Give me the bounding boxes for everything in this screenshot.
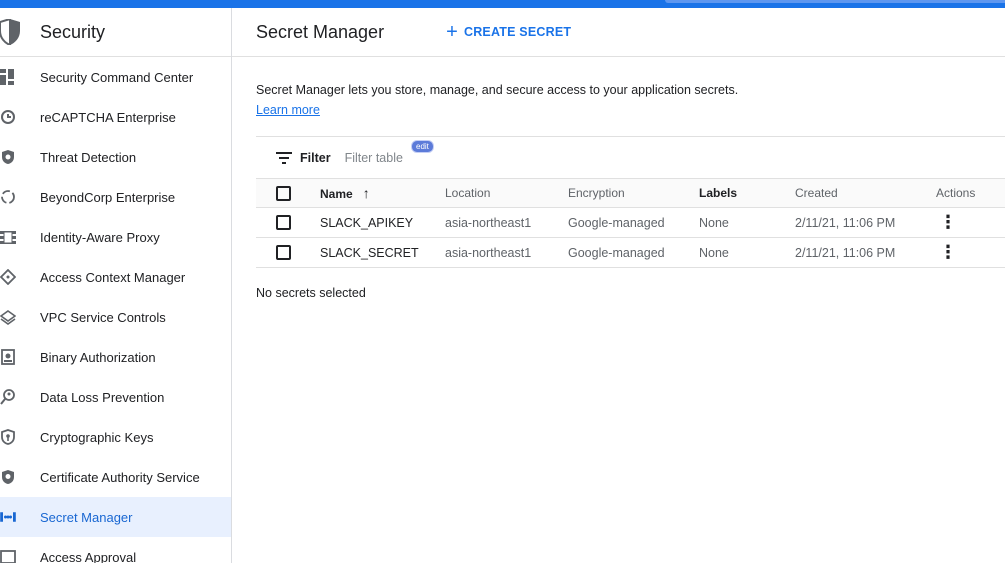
plus-icon: + — [446, 21, 458, 43]
sidebar-item-binary-authorization[interactable]: Binary Authorization — [0, 337, 231, 377]
row-checkbox[interactable] — [276, 215, 291, 231]
secret-encryption: Google-managed — [568, 207, 699, 238]
secret-name[interactable]: SLACK_APIKEY — [320, 207, 445, 238]
column-header-location[interactable]: Location — [445, 178, 568, 208]
table-header-row: Name ↑ Location Encryption Labels Created… — [256, 178, 1005, 208]
table-row[interactable]: SLACK_APIKEY asia-northeast1 Google-mana… — [256, 207, 1005, 238]
sidebar-title: Security — [40, 21, 106, 42]
sidebar-item-beyondcorp-enterprise[interactable]: BeyondCorp Enterprise — [0, 177, 231, 217]
sidebar-item-security-command-center[interactable]: Security Command Center — [0, 57, 231, 97]
sidebar-item-identity-aware-proxy[interactable]: Identity-Aware Proxy — [0, 217, 231, 257]
row-actions-cell: ⋮ — [936, 237, 1005, 268]
sidebar-item-label: BeyondCorp Enterprise — [40, 189, 176, 205]
brackets-icon — [0, 508, 18, 526]
sidebar-item-access-approval[interactable]: Access Approval — [0, 537, 231, 563]
badge-icon — [0, 348, 18, 366]
column-header-created[interactable]: Created — [795, 178, 936, 208]
secret-encryption: Google-managed — [568, 237, 699, 268]
column-header-name[interactable]: Name ↑ — [320, 178, 445, 208]
sidebar-item-vpc-service-controls[interactable]: VPC Service Controls — [0, 297, 231, 337]
page-description: Secret Manager lets you store, manage, a… — [256, 83, 739, 97]
security-shield-icon — [0, 19, 20, 45]
diamond-icon — [0, 268, 18, 286]
secret-labels: None — [699, 237, 795, 268]
sidebar-item-certificate-authority-service[interactable]: Certificate Authority Service — [0, 457, 231, 497]
more-vert-icon[interactable]: ⋮ — [936, 242, 960, 263]
search-person-icon — [0, 388, 18, 406]
secrets-table-container: Filter edit Name↑ Location Encryption La… — [256, 136, 1005, 268]
sidebar-item-threat-detection[interactable]: Threat Detection — [0, 137, 231, 177]
learn-more-link[interactable]: Learn more — [256, 103, 320, 117]
more-vert-icon[interactable]: ⋮ — [936, 212, 960, 233]
edit-badge[interactable]: edit — [411, 140, 434, 153]
sidebar-header: Security — [0, 8, 231, 57]
sidebar-item-label: reCAPTCHA Enterprise — [40, 109, 176, 125]
filter-icon[interactable] — [276, 151, 292, 164]
sidebar-item-label: Binary Authorization — [40, 349, 156, 365]
column-header-labels[interactable]: Labels — [699, 178, 795, 208]
select-all-checkbox[interactable] — [276, 185, 291, 201]
sidebar-item-access-context-manager[interactable]: Access Context Manager — [0, 257, 231, 297]
key-shield-icon — [0, 428, 18, 446]
sidebar-item-label: Security Command Center — [40, 69, 194, 85]
proxy-icon — [0, 228, 18, 246]
secret-labels: None — [699, 207, 795, 238]
secret-name[interactable]: SLACK_SECRET — [320, 237, 445, 268]
top-app-bar — [0, 0, 1005, 8]
sort-ascending-icon[interactable]: ↑ — [363, 185, 370, 201]
secret-created: 2/11/21, 11:06 PM — [795, 237, 936, 268]
row-select-cell — [256, 237, 320, 268]
sidebar-item-cryptographic-keys[interactable]: Cryptographic Keys — [0, 417, 231, 457]
search-bar-edge[interactable] — [665, 0, 1005, 3]
sidebar-item-label: Secret Manager — [40, 509, 133, 525]
recaptcha-icon — [0, 108, 18, 126]
table-row[interactable]: SLACK_SECRET asia-northeast1 Google-mana… — [256, 237, 1005, 268]
secrets-table: Name ↑ Location Encryption Labels Created… — [256, 178, 1005, 268]
beyondcorp-icon — [0, 188, 18, 206]
column-header-encryption[interactable]: Encryption — [568, 178, 699, 208]
sidebar-item-label: Cryptographic Keys — [40, 429, 154, 445]
row-checkbox[interactable] — [276, 245, 291, 261]
sidebar-item-label: VPC Service Controls — [40, 309, 166, 325]
secret-location: asia-northeast1 — [445, 207, 568, 238]
sidebar-item-recaptcha-enterprise[interactable]: reCAPTCHA Enterprise — [0, 97, 231, 137]
selection-status: No secrets selected — [256, 286, 366, 300]
cert-shield-icon — [0, 468, 18, 486]
dashboard-icon — [0, 68, 18, 86]
sidebar-item-secret-manager[interactable]: Secret Manager — [0, 497, 231, 537]
select-all-cell — [256, 178, 320, 208]
create-secret-button[interactable]: + CREATE SECRET — [446, 22, 571, 42]
layers-icon — [0, 308, 18, 326]
sidebar: Security Security Command Center reCAPTC… — [0, 8, 232, 563]
approval-icon — [0, 548, 18, 563]
row-actions-cell: ⋮ — [936, 207, 1005, 238]
row-select-cell — [256, 207, 320, 238]
sidebar-item-label: Access Approval — [40, 549, 137, 563]
sidebar-item-label: Access Context Manager — [40, 269, 186, 285]
filter-label: Filter — [300, 150, 331, 165]
secret-created: 2/11/21, 11:06 PM — [795, 207, 936, 238]
page-header: Secret Manager + CREATE SECRET — [232, 8, 1005, 57]
sidebar-item-label: Certificate Authority Service — [40, 469, 200, 485]
sidebar-item-label: Identity-Aware Proxy — [40, 229, 160, 245]
secret-location: asia-northeast1 — [445, 237, 568, 268]
main-content: Secret Manager + CREATE SECRET Secret Ma… — [232, 8, 1005, 563]
sidebar-item-label: Threat Detection — [40, 149, 137, 165]
sidebar-item-label: Data Loss Prevention — [40, 389, 165, 405]
column-header-actions: Actions — [936, 178, 1005, 208]
shield-icon — [0, 148, 18, 166]
create-secret-label: CREATE SECRET — [463, 25, 572, 39]
page-title: Secret Manager — [256, 21, 385, 42]
filter-bar: Filter edit — [256, 136, 1005, 178]
sidebar-item-data-loss-prevention[interactable]: Data Loss Prevention — [0, 377, 231, 417]
